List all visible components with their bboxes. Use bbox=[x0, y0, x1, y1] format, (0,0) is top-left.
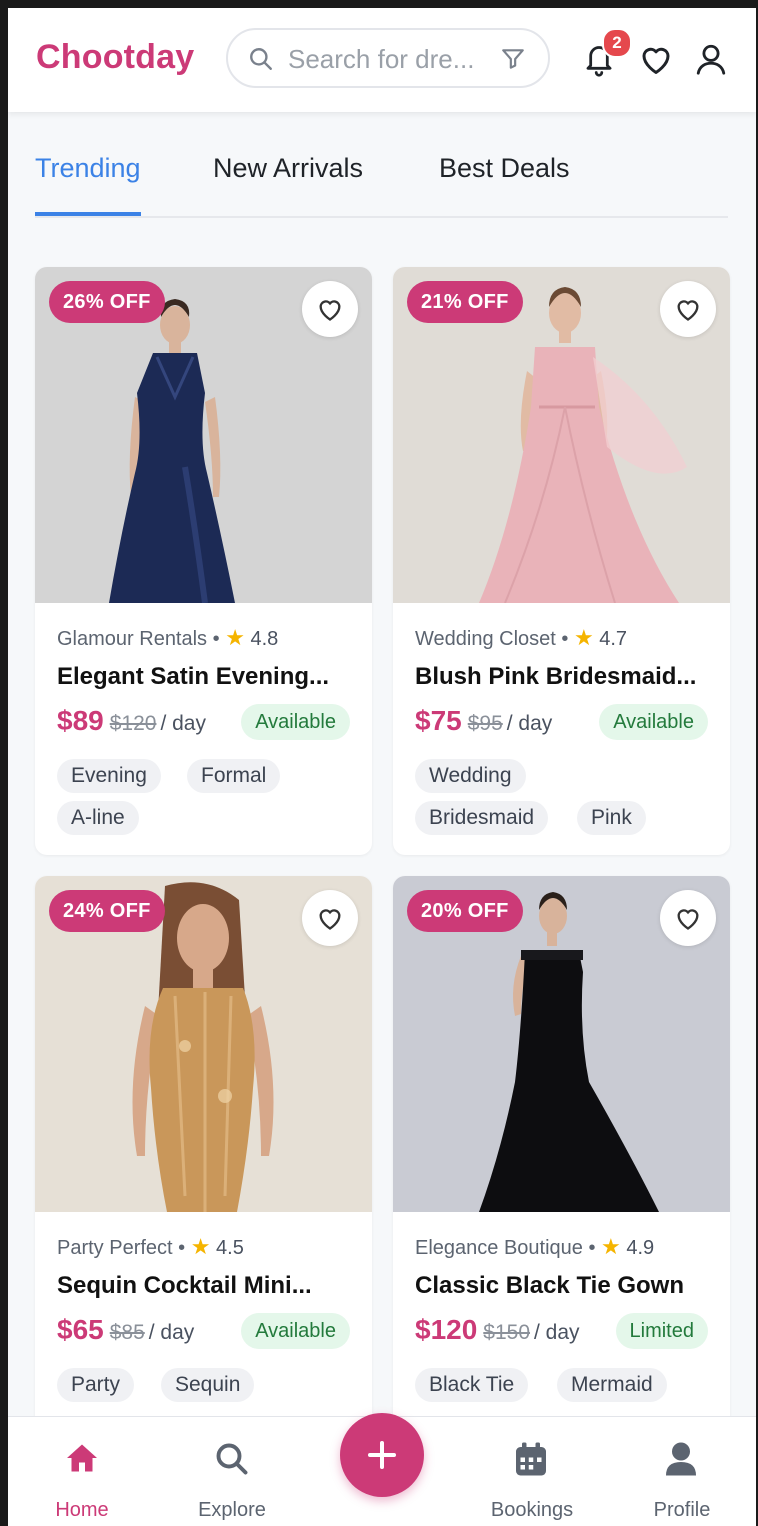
tag-chip[interactable]: Bridesmaid bbox=[415, 801, 549, 835]
nav-home[interactable]: Home bbox=[22, 1417, 142, 1526]
tag-chip[interactable]: Black Tie bbox=[415, 1368, 529, 1402]
status-badge: Available bbox=[599, 704, 708, 740]
price-unit: / day bbox=[534, 1321, 580, 1344]
tag-chip[interactable]: Wedding bbox=[415, 759, 526, 793]
search-icon bbox=[250, 48, 272, 70]
app-logo[interactable]: Chootday bbox=[36, 38, 194, 77]
product-card[interactable]: 26% OFF Glamour Rentals • ★ 4.8 Elegant … bbox=[35, 267, 372, 855]
shop-meta: Wedding Closet • ★ 4.7 bbox=[415, 625, 628, 650]
shop-name[interactable]: Elegance Boutique bbox=[415, 1237, 583, 1259]
tag-chip[interactable]: Mermaid bbox=[557, 1368, 667, 1402]
old-price: $85 bbox=[109, 1321, 145, 1344]
status-badge: Limited bbox=[615, 1313, 708, 1349]
price-line: $89 $120/ day bbox=[57, 705, 206, 737]
product-card[interactable]: 21% OFF Wedding Closet • ★ 4.7 Blush Pin… bbox=[393, 267, 730, 855]
price-unit: / day bbox=[148, 1321, 195, 1344]
old-price: $150 bbox=[483, 1321, 531, 1344]
favorite-button[interactable] bbox=[660, 281, 716, 337]
tab-new-arrivals[interactable]: New Arrivals bbox=[213, 148, 363, 214]
old-price: $120 bbox=[109, 712, 157, 735]
price: $65 bbox=[57, 1314, 104, 1345]
tab-best-deals[interactable]: Best Deals bbox=[439, 148, 570, 214]
top-header: Chootday 2 bbox=[8, 8, 756, 112]
heart-icon bbox=[677, 300, 699, 321]
home-icon bbox=[67, 1444, 97, 1472]
nav-explore[interactable]: Explore bbox=[172, 1417, 292, 1526]
discount-badge: 20% OFF bbox=[407, 890, 523, 932]
shop-meta: Party Perfect • ★ 4.5 bbox=[57, 1234, 244, 1259]
product-title[interactable]: Elegant Satin Evening... bbox=[57, 663, 357, 691]
rating-value: 4.5 bbox=[216, 1237, 244, 1259]
category-tabs: Trending New Arrivals Best Deals bbox=[35, 148, 728, 218]
price: $75 bbox=[415, 705, 462, 736]
shop-name[interactable]: Glamour Rentals bbox=[57, 628, 207, 650]
heart-icon[interactable] bbox=[638, 42, 674, 76]
star-icon: ★ bbox=[601, 1234, 621, 1259]
star-icon: ★ bbox=[225, 625, 245, 650]
product-title[interactable]: Classic Black Tie Gown bbox=[415, 1272, 715, 1300]
tag-chip[interactable]: Party bbox=[57, 1368, 135, 1402]
rating-value: 4.7 bbox=[599, 628, 628, 650]
heart-icon bbox=[319, 300, 341, 321]
app-screen: Chootday 2 Trending New Arrivals Best De… bbox=[8, 8, 756, 1526]
user-icon[interactable] bbox=[694, 42, 728, 76]
rating-value: 4.8 bbox=[250, 628, 279, 650]
product-title[interactable]: Blush Pink Bridesmaid... bbox=[415, 663, 715, 691]
nav-bookings[interactable]: Bookings bbox=[472, 1417, 592, 1526]
discount-badge: 24% OFF bbox=[49, 890, 165, 932]
favorite-button[interactable] bbox=[302, 890, 358, 946]
tag-chip[interactable]: A-line bbox=[57, 801, 139, 835]
tab-trending[interactable]: Trending bbox=[35, 148, 141, 216]
discount-badge: 21% OFF bbox=[407, 281, 523, 323]
favorite-button[interactable] bbox=[302, 281, 358, 337]
plus-icon bbox=[368, 1441, 396, 1469]
bottom-navigation: Home Explore Bookings Profile bbox=[8, 1413, 756, 1526]
tag-chip[interactable]: Formal bbox=[187, 759, 281, 793]
price-unit: / day bbox=[506, 712, 553, 735]
price-unit: / day bbox=[160, 712, 206, 735]
discount-badge: 26% OFF bbox=[49, 281, 165, 323]
price: $120 bbox=[415, 1314, 478, 1345]
product-image[interactable]: 20% OFF bbox=[393, 876, 730, 1212]
nav-label: Explore bbox=[198, 1499, 266, 1521]
star-icon: ★ bbox=[573, 625, 594, 650]
star-icon: ★ bbox=[190, 1234, 211, 1259]
shop-name[interactable]: Wedding Closet bbox=[415, 628, 556, 650]
tag-chip[interactable]: Sequin bbox=[161, 1368, 255, 1402]
nav-label: Profile bbox=[653, 1499, 711, 1521]
nav-profile[interactable]: Profile bbox=[622, 1417, 742, 1526]
status-badge: Available bbox=[241, 704, 350, 740]
product-image[interactable]: 21% OFF bbox=[393, 267, 730, 603]
favorite-button[interactable] bbox=[660, 890, 716, 946]
heart-icon bbox=[319, 909, 341, 930]
price-line: $65 $85/ day bbox=[57, 1314, 194, 1346]
tag-chip[interactable]: Evening bbox=[57, 759, 161, 793]
person-icon bbox=[666, 1442, 696, 1476]
rating-value: 4.9 bbox=[626, 1237, 655, 1259]
product-image[interactable]: 26% OFF bbox=[35, 267, 372, 603]
price-line: $75 $95/ day bbox=[415, 705, 552, 737]
product-image[interactable]: 24% OFF bbox=[35, 876, 372, 1212]
old-price: $95 bbox=[467, 712, 503, 735]
search-input[interactable] bbox=[286, 42, 500, 76]
nav-label: Home bbox=[55, 1499, 109, 1521]
shop-name[interactable]: Party Perfect bbox=[57, 1237, 173, 1259]
heart-icon bbox=[677, 909, 699, 930]
product-title[interactable]: Sequin Cocktail Mini... bbox=[57, 1272, 357, 1300]
shop-meta: Elegance Boutique • ★ 4.9 bbox=[415, 1234, 655, 1259]
notification-badge: 2 bbox=[602, 28, 632, 58]
add-listing-button[interactable] bbox=[340, 1413, 424, 1497]
search-bar[interactable] bbox=[226, 28, 550, 88]
shop-meta: Glamour Rentals • ★ 4.8 bbox=[57, 625, 279, 650]
status-badge: Available bbox=[241, 1313, 350, 1349]
tag-chip[interactable]: Pink bbox=[577, 801, 646, 835]
price: $89 bbox=[57, 705, 104, 736]
search-icon bbox=[216, 1443, 248, 1475]
calendar-icon bbox=[516, 1442, 546, 1476]
filter-icon[interactable] bbox=[500, 46, 526, 72]
price-line: $120 $150/ day bbox=[415, 1314, 580, 1346]
nav-label: Bookings bbox=[490, 1499, 574, 1521]
